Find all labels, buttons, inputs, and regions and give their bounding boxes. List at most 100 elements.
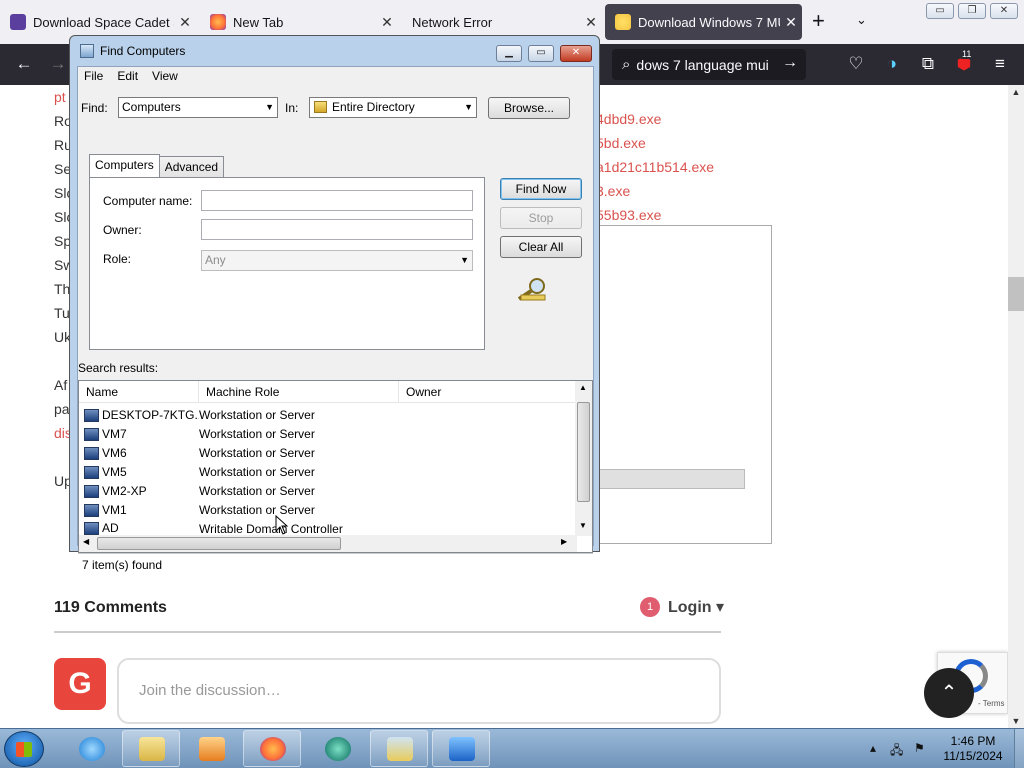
table-row[interactable]: DESKTOP-7KTG... Workstation or Server — [79, 406, 577, 425]
taskbar-server-manager[interactable] — [432, 730, 490, 767]
server-manager-icon — [449, 737, 475, 761]
download-link[interactable]: a1d21c11b514.exe — [596, 155, 714, 179]
find-computers-dialog: Find Computers ▁ ▭ ✕ File Edit View Find… — [69, 35, 600, 572]
table-row[interactable]: AD Writable Domain Controller — [79, 520, 577, 536]
owner-label: Owner: — [103, 223, 142, 237]
role-select[interactable]: Any ▼ — [201, 250, 473, 271]
role-label: Role: — [103, 252, 132, 266]
taskbar-find-computers[interactable] — [370, 730, 428, 767]
results-hscroll[interactable]: ◀ ▶ — [79, 535, 577, 552]
pocket-icon[interactable]: ♡ — [844, 54, 868, 74]
close-window-button[interactable]: ✕ — [990, 3, 1018, 19]
menu-view[interactable]: View — [152, 67, 178, 87]
computer-name-field[interactable] — [201, 190, 473, 211]
taskbar-ie[interactable] — [62, 730, 120, 767]
scroll-up-icon[interactable]: ▲ — [579, 383, 587, 392]
scrollbar-thumb[interactable] — [577, 402, 590, 502]
magnifier-icon — [387, 737, 413, 761]
go-arrow-icon[interactable]: → — [782, 54, 798, 72]
computers-panel: Computer name: Owner: Role: Any ▼ — [89, 177, 485, 350]
search-results-label: Search results: — [78, 361, 159, 375]
download-link[interactable]: 55b93.exe — [596, 203, 714, 227]
tab-advanced[interactable]: Advanced — [158, 156, 225, 177]
search-icon: ⌕ — [622, 56, 631, 73]
back-arrow-icon[interactable]: ← — [12, 54, 36, 74]
chevron-down-icon: ▼ — [464, 102, 473, 112]
forward-arrow-icon[interactable]: → — [46, 54, 70, 74]
scroll-down-icon[interactable]: ▼ — [1008, 716, 1024, 726]
menu-file[interactable]: File — [84, 67, 103, 87]
chevron-down-icon: ▼ — [460, 255, 469, 265]
in-select[interactable]: Entire Directory ▼ — [309, 97, 477, 118]
maximize-button[interactable]: ❐ — [958, 3, 986, 19]
in-label: In: — [285, 101, 299, 115]
download-link[interactable]: 5bd.exe — [596, 131, 714, 155]
tab-windows7-mui[interactable]: Download Windows 7 MUI ✕ — [605, 4, 802, 40]
tab-list-icon[interactable]: ⌄ — [856, 12, 867, 28]
scroll-down-icon[interactable]: ▼ — [579, 521, 587, 530]
dialog-tabs: Computers Advanced — [89, 154, 225, 177]
taskbar-app[interactable] — [308, 730, 366, 767]
results-vscroll[interactable]: ▲ ▼ — [575, 381, 592, 536]
tab-computers[interactable]: Computers — [89, 154, 160, 177]
browse-button[interactable]: Browse... — [488, 97, 570, 119]
table-row[interactable]: VM7 Workstation or Server — [79, 425, 577, 444]
computer-icon — [84, 409, 99, 422]
embedded-progress-bar — [596, 469, 745, 489]
tab-close-icon[interactable]: ✕ — [780, 14, 802, 31]
avatar: G — [54, 658, 106, 710]
dialog-close-button[interactable]: ✕ — [560, 45, 592, 62]
show-desktop-button[interactable] — [1014, 729, 1024, 768]
comment-input[interactable]: Join the discussion… — [117, 658, 721, 724]
column-machine-role[interactable]: Machine Role — [199, 381, 399, 402]
extensions-icon[interactable]: ⧉ — [916, 54, 940, 74]
dialog-maximize-button[interactable]: ▭ — [528, 45, 554, 62]
scroll-right-icon[interactable]: ▶ — [561, 537, 567, 546]
computer-name-label: Computer name: — [103, 194, 193, 208]
table-row[interactable]: VM1 Workstation or Server — [79, 501, 577, 520]
scroll-to-top-button[interactable]: ⌃ — [924, 668, 974, 718]
dialog-minimize-button[interactable]: ▁ — [496, 45, 522, 62]
tab-close-icon[interactable]: ✕ — [174, 14, 196, 31]
owner-field[interactable] — [201, 219, 473, 240]
download-link[interactable]: 4dbd9.exe — [596, 107, 714, 131]
table-row[interactable]: VM2-XP Workstation or Server — [79, 482, 577, 501]
page-scrollbar[interactable]: ▲ ▼ — [1008, 85, 1024, 728]
scrollbar-thumb[interactable] — [1008, 277, 1024, 311]
recaptcha-terms[interactable]: - Terms — [978, 699, 1005, 708]
tray-expand-icon[interactable]: ▴ — [870, 741, 876, 755]
find-now-button[interactable]: Find Now — [500, 178, 582, 200]
network-icon[interactable]: 🖧 — [890, 741, 903, 762]
login-button[interactable]: 1 Login ▾ — [640, 597, 724, 617]
clock[interactable]: 1:46 PM 11/15/2024 — [938, 734, 1008, 764]
table-row[interactable]: VM5 Workstation or Server — [79, 463, 577, 482]
find-computers-icon — [80, 44, 94, 58]
vpn-icon[interactable]: ◑ — [880, 54, 904, 74]
tab-close-icon[interactable]: ✕ — [580, 14, 602, 31]
menu-icon[interactable]: ≡ — [988, 54, 1012, 74]
taskbar-explorer[interactable] — [122, 730, 180, 767]
clear-all-button[interactable]: Clear All — [500, 236, 582, 258]
folder-icon — [314, 101, 327, 113]
taskbar-firefox[interactable] — [243, 730, 301, 767]
action-center-flag-icon[interactable]: ⚑ — [914, 741, 925, 755]
table-row[interactable]: VM6 Workstation or Server — [79, 444, 577, 463]
taskbar: ▴ 🖧 ⚑ 1:46 PM 11/15/2024 — [0, 728, 1024, 768]
download-link[interactable]: 3.exe — [596, 179, 714, 203]
menu-edit[interactable]: Edit — [117, 67, 138, 87]
column-name[interactable]: Name — [79, 381, 199, 402]
chevron-down-icon: ▼ — [265, 102, 274, 112]
scroll-up-icon[interactable]: ▲ — [1008, 87, 1024, 97]
taskbar-media-player[interactable] — [182, 730, 240, 767]
start-button[interactable] — [4, 731, 44, 767]
stop-button[interactable]: Stop — [500, 207, 582, 229]
minimize-button[interactable]: ▭ — [926, 3, 954, 19]
scrollbar-thumb[interactable] — [97, 537, 341, 550]
computer-icon — [84, 428, 99, 441]
new-tab-button[interactable]: + — [812, 10, 825, 32]
scroll-left-icon[interactable]: ◀ — [83, 537, 89, 546]
tab-close-icon[interactable]: ✕ — [376, 14, 398, 31]
url-bar[interactable]: ⌕ dows 7 language mui → — [612, 49, 806, 80]
column-owner[interactable]: Owner — [399, 381, 577, 402]
find-select[interactable]: Computers ▼ — [118, 97, 278, 118]
